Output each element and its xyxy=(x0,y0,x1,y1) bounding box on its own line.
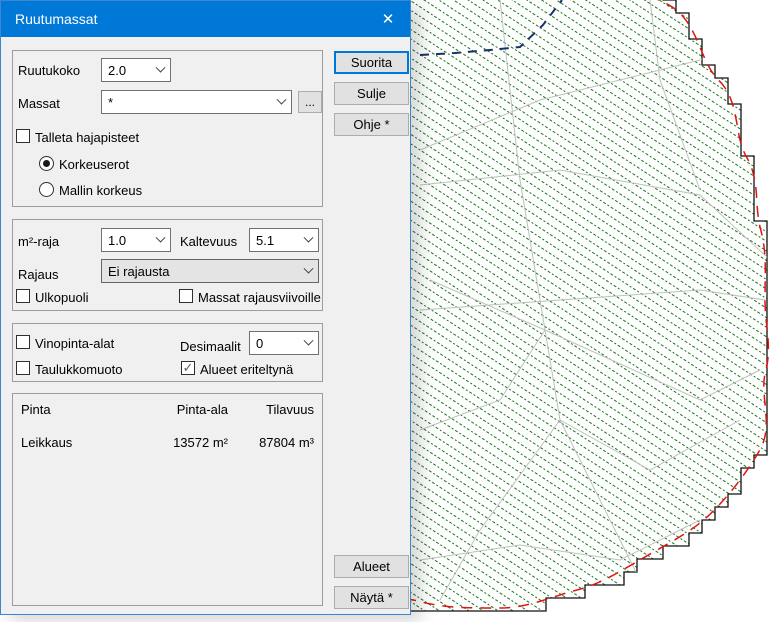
chevron-down-icon[interactable] xyxy=(271,91,291,113)
taulukkomuoto-label: Taulukkomuoto xyxy=(35,362,122,377)
chevron-down-icon[interactable] xyxy=(298,229,318,251)
results-row-volume: 87804 m³ xyxy=(233,435,314,450)
alueet-eriteltyna-label: Alueet eriteltynä xyxy=(200,362,293,377)
massat-rajausviivoille-checkbox[interactable]: ✓ xyxy=(179,289,193,303)
massat-value: * xyxy=(102,95,271,110)
mallin-korkeus-label: Mallin korkeus xyxy=(59,183,142,198)
massat-browse-button[interactable]: ... xyxy=(298,91,322,113)
results-row-surface: Leikkaus xyxy=(21,435,72,450)
results-header-pinta-ala: Pinta-ala xyxy=(118,402,228,417)
ruutukoko-combo[interactable]: 2.0 xyxy=(101,58,171,82)
taulukkomuoto-checkbox[interactable]: ✓ xyxy=(16,361,30,375)
talleta-hajapisteet-label: Talleta hajapisteet xyxy=(35,130,139,145)
m2-raja-label: m²-raja xyxy=(18,234,59,249)
kaltevuus-value: 5.1 xyxy=(250,233,298,248)
ohje-button[interactable]: Ohje * xyxy=(334,113,409,136)
sulje-button[interactable]: Sulje xyxy=(334,82,409,105)
kaltevuus-combo[interactable]: 5.1 xyxy=(249,228,319,252)
chevron-down-icon[interactable] xyxy=(298,260,318,282)
desimaalit-label: Desimaalit xyxy=(180,339,241,354)
massat-combo[interactable]: * xyxy=(101,90,292,114)
ruutukoko-label: Ruutukoko xyxy=(18,63,80,78)
massat-rajausviivoille-label: Massat rajausviivoille xyxy=(198,290,321,305)
results-panel xyxy=(12,393,323,606)
ruutukoko-value: 2.0 xyxy=(102,63,150,78)
results-header-pinta: Pinta xyxy=(21,402,51,417)
rajaus-combo[interactable]: Ei rajausta xyxy=(101,259,319,283)
rajaus-value: Ei rajausta xyxy=(102,264,298,279)
m2-raja-combo[interactable]: 1.0 xyxy=(101,228,171,252)
chevron-down-icon[interactable] xyxy=(150,229,170,251)
vinopinta-alat-label: Vinopinta-alat xyxy=(35,336,114,351)
close-icon[interactable]: ✕ xyxy=(366,1,410,37)
results-header-tilavuus: Tilavuus xyxy=(233,402,314,417)
vinopinta-alat-checkbox[interactable]: ✓ xyxy=(16,335,30,349)
nayta-button[interactable]: Näytä * xyxy=(334,586,409,609)
kaltevuus-label: Kaltevuus xyxy=(180,234,237,249)
desimaalit-combo[interactable]: 0 xyxy=(249,331,319,355)
alueet-button[interactable]: Alueet xyxy=(334,555,409,578)
titlebar[interactable]: Ruutumassat ✕ xyxy=(1,1,410,37)
korkeuserot-radio[interactable] xyxy=(39,156,54,171)
chevron-down-icon[interactable] xyxy=(298,332,318,354)
alueet-eriteltyna-checkbox[interactable]: ✓ xyxy=(181,361,195,375)
rajaus-label: Rajaus xyxy=(18,267,58,282)
korkeuserot-label: Korkeuserot xyxy=(59,157,129,172)
check-icon: ✓ xyxy=(183,361,194,374)
suorita-button[interactable]: Suorita xyxy=(334,51,409,74)
desimaalit-value: 0 xyxy=(250,336,298,351)
massat-label: Massat xyxy=(18,96,60,111)
ulkopuoli-checkbox[interactable]: ✓ xyxy=(16,289,30,303)
m2-raja-value: 1.0 xyxy=(102,233,150,248)
chevron-down-icon[interactable] xyxy=(150,59,170,81)
talleta-hajapisteet-checkbox[interactable]: ✓ xyxy=(16,129,30,143)
results-row-area: 13572 m² xyxy=(118,435,228,450)
mallin-korkeus-radio[interactable] xyxy=(39,182,54,197)
ulkopuoli-label: Ulkopuoli xyxy=(35,290,88,305)
ruutumassat-dialog: Ruutumassat ✕ Ruutukoko 2.0 Massat * ...… xyxy=(0,0,411,615)
dialog-title: Ruutumassat xyxy=(1,11,366,27)
